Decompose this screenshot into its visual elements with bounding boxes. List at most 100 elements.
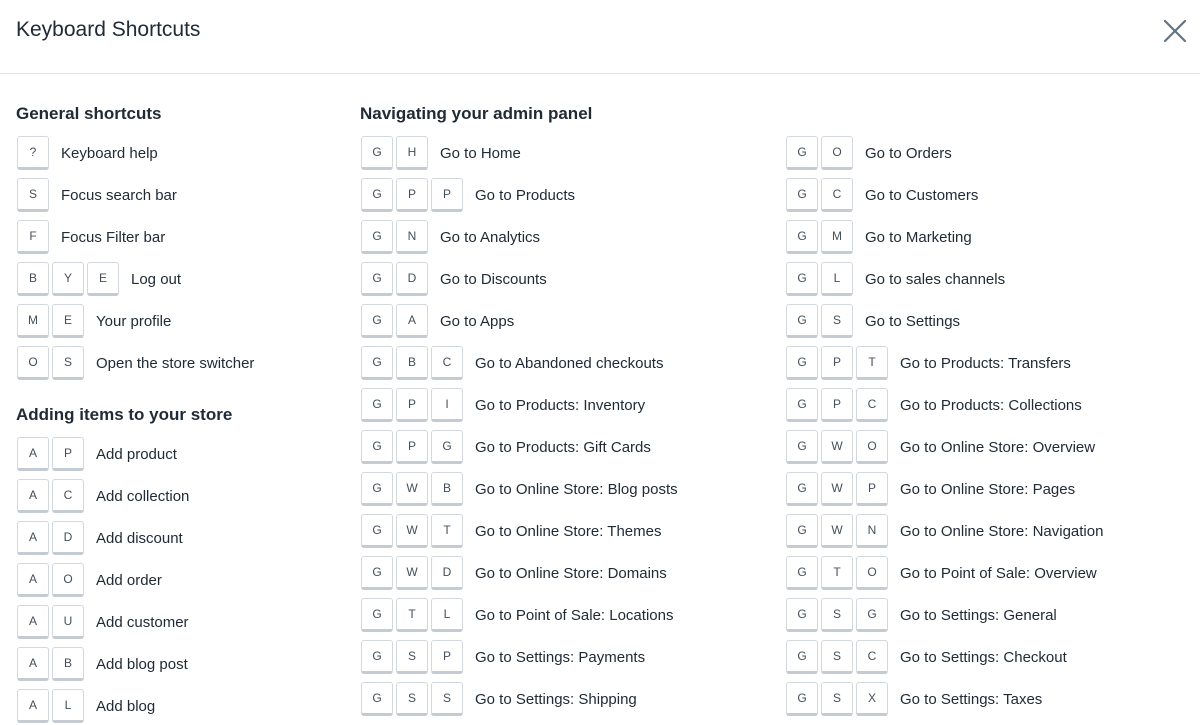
shortcut-label: Add product xyxy=(96,445,177,463)
key-cap: O xyxy=(856,430,888,464)
key-cap: S xyxy=(821,640,853,674)
key-cap: G xyxy=(361,514,393,548)
shortcut-label: Go to Settings: Shipping xyxy=(475,690,637,708)
key-cap: G xyxy=(361,430,393,464)
nav-shortcut-row: G S S Go to Settings: Shipping xyxy=(361,682,637,716)
key-cap: D xyxy=(52,521,84,555)
modal-title: Keyboard Shortcuts xyxy=(16,18,201,41)
adding-shortcut-row: A D Add discount xyxy=(17,521,183,555)
key-cap: T xyxy=(856,346,888,380)
nav-shortcut-row: G T O Go to Point of Sale: Overview xyxy=(786,556,1097,590)
key-cap: M xyxy=(17,304,49,338)
key-cap: O xyxy=(821,136,853,170)
key-cap: G xyxy=(361,640,393,674)
adding-shortcut-row: A P Add product xyxy=(17,437,177,471)
adding-items-heading: Adding items to your store xyxy=(16,405,233,424)
key-cap: I xyxy=(431,388,463,422)
key-cap: B xyxy=(396,346,428,380)
key-cap: L xyxy=(821,262,853,296)
key-cap: P xyxy=(821,346,853,380)
key-cap: B xyxy=(52,647,84,681)
nav-shortcut-row: G S Go to Settings xyxy=(786,304,960,338)
key-cap: G xyxy=(361,682,393,716)
key-cap: G xyxy=(786,304,818,338)
key-cap: W xyxy=(821,472,853,506)
key-cap: E xyxy=(87,262,119,296)
key-cap: W xyxy=(396,514,428,548)
key-cap: G xyxy=(361,262,393,296)
shortcut-label: Go to Settings: Taxes xyxy=(900,690,1043,708)
nav-shortcut-row: G S C Go to Settings: Checkout xyxy=(786,640,1067,674)
close-button[interactable] xyxy=(1162,18,1188,44)
shortcut-label: Go to Online Store: Navigation xyxy=(900,522,1104,540)
nav-shortcut-row: G P T Go to Products: Transfers xyxy=(786,346,1071,380)
key-cap: G xyxy=(786,178,818,212)
key-cap: O xyxy=(52,563,84,597)
adding-shortcut-row: A L Add blog xyxy=(17,689,155,723)
key-cap: G xyxy=(361,388,393,422)
key-cap: W xyxy=(396,472,428,506)
nav-shortcut-row: G T L Go to Point of Sale: Locations xyxy=(361,598,673,632)
key-cap: G xyxy=(786,682,818,716)
shortcut-label: Add discount xyxy=(96,529,183,547)
nav-shortcut-row: G P I Go to Products: Inventory xyxy=(361,388,645,422)
key-cap: C xyxy=(431,346,463,380)
shortcut-label: Go to Online Store: Overview xyxy=(900,438,1096,456)
key-cap: G xyxy=(786,598,818,632)
key-cap: U xyxy=(52,605,84,639)
shortcut-label: Add order xyxy=(96,571,162,589)
nav-shortcut-row: G W T Go to Online Store: Themes xyxy=(361,514,661,548)
key-cap: S xyxy=(821,682,853,716)
shortcut-label: Go to Settings: Payments xyxy=(475,648,646,666)
key-cap: G xyxy=(786,262,818,296)
general-shortcut-row: S Focus search bar xyxy=(17,178,177,212)
key-cap: P xyxy=(396,178,428,212)
adding-shortcut-row: A C Add collection xyxy=(17,479,189,513)
key-cap: G xyxy=(786,220,818,254)
shortcut-label: Go to Settings: Checkout xyxy=(900,648,1067,666)
key-cap: X xyxy=(856,682,888,716)
close-icon xyxy=(1163,19,1187,43)
key-cap: C xyxy=(856,640,888,674)
key-cap: E xyxy=(52,304,84,338)
key-cap: G xyxy=(361,598,393,632)
general-shortcut-row: M E Your profile xyxy=(17,304,171,338)
key-cap: ? xyxy=(17,136,49,170)
shortcut-label: Go to Online Store: Domains xyxy=(475,564,667,582)
key-cap: A xyxy=(17,605,49,639)
shortcut-label: Add customer xyxy=(96,613,189,631)
key-cap: M xyxy=(821,220,853,254)
shortcut-label: Add collection xyxy=(96,487,190,505)
nav-shortcut-row: G W O Go to Online Store: Overview xyxy=(786,430,1095,464)
key-cap: P xyxy=(396,430,428,464)
nav-shortcut-row: G P P Go to Products xyxy=(361,178,575,212)
shortcut-label: Go to Settings: General xyxy=(900,606,1057,624)
shortcut-label: Go to Abandoned checkouts xyxy=(475,354,664,372)
key-cap: B xyxy=(17,262,49,296)
key-cap: N xyxy=(856,514,888,548)
key-cap: G xyxy=(786,388,818,422)
key-cap: A xyxy=(17,563,49,597)
key-cap: T xyxy=(396,598,428,632)
shortcut-label: Go to Marketing xyxy=(865,228,972,246)
key-cap: A xyxy=(17,689,49,723)
key-cap: S xyxy=(17,178,49,212)
key-cap: T xyxy=(431,514,463,548)
key-cap: G xyxy=(431,430,463,464)
general-shortcut-row: ? Keyboard help xyxy=(17,136,158,170)
nav-shortcut-row: G S P Go to Settings: Payments xyxy=(361,640,645,674)
shortcut-label: Keyboard help xyxy=(61,144,158,162)
nav-shortcut-row: G S G Go to Settings: General xyxy=(786,598,1057,632)
nav-shortcut-row: G O Go to Orders xyxy=(786,136,952,170)
adding-shortcut-row: A B Add blog post xyxy=(17,647,188,681)
key-cap: G xyxy=(361,472,393,506)
key-cap: G xyxy=(786,136,818,170)
key-cap: W xyxy=(396,556,428,590)
key-cap: P xyxy=(52,437,84,471)
key-cap: C xyxy=(52,479,84,513)
nav-shortcut-row: G W B Go to Online Store: Blog posts xyxy=(361,472,678,506)
shortcut-label: Go to Orders xyxy=(865,144,952,162)
key-cap: O xyxy=(17,346,49,380)
nav-shortcut-row: G D Go to Discounts xyxy=(361,262,547,296)
nav-shortcut-row: G C Go to Customers xyxy=(786,178,978,212)
